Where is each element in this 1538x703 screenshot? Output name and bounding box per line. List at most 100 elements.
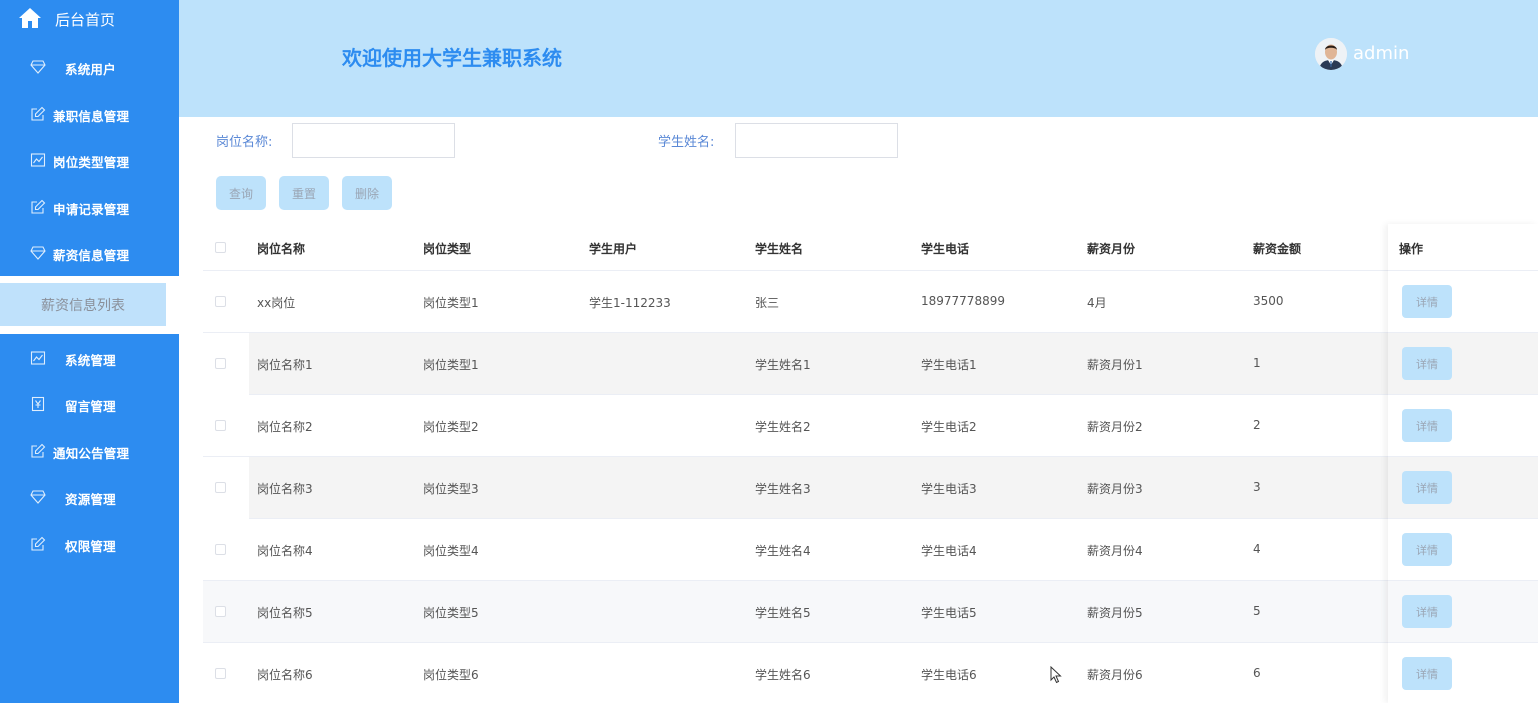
cell-salary-month: 薪资月份4 (1087, 544, 1143, 558)
detail-button[interactable]: 详情 (1402, 285, 1452, 318)
cell-salary-amount: 5 (1253, 604, 1261, 618)
row-checkbox[interactable] (215, 544, 226, 555)
chart-icon (30, 153, 46, 167)
cell-position-type: 岗位类型2 (423, 420, 479, 434)
avatar-icon (1315, 38, 1347, 70)
table-row: xx岗位 岗位类型1 学生1-112233 张三 18977778899 4月 … (203, 271, 1538, 333)
cell-student-phone: 学生电话1 (921, 358, 977, 372)
table-row: 岗位名称4 岗位类型4 学生姓名4 学生电话4 薪资月份4 4 详情 (203, 519, 1538, 581)
sidebar-submenu: 薪资信息列表 (0, 276, 179, 334)
position-name-label: 岗位名称: (216, 135, 273, 150)
table-row: 岗位名称1 岗位类型1 学生姓名1 学生电话1 薪资月份1 1 详情 (203, 333, 1538, 395)
column-header: 操作 (1399, 242, 1424, 256)
cell-salary-month: 薪资月份6 (1087, 668, 1143, 682)
salary-table: 岗位名称 岗位类型 学生用户 学生姓名 学生电话 薪资月份 薪资金额 操作 xx… (203, 224, 1538, 703)
detail-button[interactable]: 详情 (1402, 471, 1452, 504)
avatar[interactable] (1315, 38, 1347, 70)
cell-salary-month: 薪资月份5 (1087, 606, 1143, 620)
cell-student-name: 学生姓名4 (755, 544, 811, 558)
cell-student-phone: 学生电话2 (921, 420, 977, 434)
cell-salary-amount: 1 (1253, 356, 1261, 370)
cell-salary-month: 薪资月份2 (1087, 420, 1143, 434)
table-row: 岗位名称6 岗位类型6 学生姓名6 学生电话6 薪资月份6 6 详情 (203, 643, 1538, 703)
edit-icon (31, 199, 46, 214)
sidebar-item-label: 兼职信息管理 (53, 109, 130, 124)
cell-salary-month: 4月 (1087, 296, 1107, 310)
row-checkbox[interactable] (215, 358, 226, 369)
sidebar-item-notices[interactable]: 通知公告管理 (0, 431, 179, 471)
column-header: 学生姓名 (755, 242, 804, 256)
sidebar-item-label: 权限管理 (65, 539, 116, 554)
edit-icon (31, 106, 46, 121)
cell-position-name: 岗位名称3 (257, 482, 313, 496)
cell-student-user: 学生1-112233 (589, 296, 671, 310)
detail-button[interactable]: 详情 (1402, 595, 1452, 628)
cell-position-type: 岗位类型5 (423, 606, 479, 620)
table-row: 岗位名称5 岗位类型5 学生姓名5 学生电话5 薪资月份5 5 详情 (203, 581, 1538, 643)
sidebar-item-applications[interactable]: 申请记录管理 (0, 187, 179, 227)
sidebar-item-messages[interactable]: 留言管理 (0, 384, 179, 424)
cell-position-type: 岗位类型1 (423, 358, 479, 372)
cell-position-type: 岗位类型3 (423, 482, 479, 496)
student-name-label: 学生姓名: (658, 135, 715, 150)
cell-student-phone: 学生电话4 (921, 544, 977, 558)
table-header: 岗位名称 岗位类型 学生用户 学生姓名 学生电话 薪资月份 薪资金额 操作 (203, 224, 1538, 271)
header: 欢迎使用大学生兼职系统 admin (179, 0, 1538, 117)
yen-icon (31, 396, 45, 412)
column-header: 学生电话 (921, 242, 970, 256)
row-checkbox[interactable] (215, 296, 226, 307)
row-checkbox[interactable] (215, 420, 226, 431)
cell-student-phone: 学生电话3 (921, 482, 977, 496)
column-header: 岗位名称 (257, 242, 306, 256)
diamond-icon (30, 490, 46, 504)
sidebar-home-label: 后台首页 (55, 11, 116, 29)
sidebar-subitem-salary-list[interactable]: 薪资信息列表 (0, 283, 166, 326)
sidebar-item-label: 系统用户 (65, 62, 116, 77)
page-title: 欢迎使用大学生兼职系统 (342, 46, 562, 70)
detail-button[interactable]: 详情 (1402, 533, 1452, 566)
cell-salary-amount: 3 (1253, 480, 1261, 494)
mouse-cursor-icon (1050, 666, 1062, 684)
student-name-input[interactable] (735, 123, 898, 158)
detail-button[interactable]: 详情 (1402, 409, 1452, 442)
sidebar-home[interactable]: 后台首页 (0, 0, 179, 38)
cell-position-type: 岗位类型4 (423, 544, 479, 558)
edit-icon (31, 536, 46, 551)
cell-salary-month: 薪资月份1 (1087, 358, 1143, 372)
reset-button[interactable]: 重置 (279, 176, 329, 210)
cell-student-phone: 学生电话6 (921, 668, 977, 682)
username[interactable]: admin (1353, 43, 1409, 64)
cell-salary-amount: 3500 (1253, 294, 1284, 308)
row-checkbox[interactable] (215, 482, 226, 493)
cell-position-name: 岗位名称2 (257, 420, 313, 434)
sidebar-item-system-users[interactable]: 系统用户 (0, 47, 179, 87)
cell-student-name: 学生姓名2 (755, 420, 811, 434)
cell-salary-amount: 6 (1253, 666, 1261, 680)
cell-position-name: 岗位名称4 (257, 544, 313, 558)
cell-salary-amount: 4 (1253, 542, 1261, 556)
select-all-checkbox[interactable] (215, 242, 226, 253)
table-row: 岗位名称3 岗位类型3 学生姓名3 学生电话3 薪资月份3 3 详情 (203, 457, 1538, 519)
sidebar-item-permissions[interactable]: 权限管理 (0, 524, 179, 564)
column-header: 薪资月份 (1087, 242, 1136, 256)
cell-student-name: 学生姓名5 (755, 606, 811, 620)
sidebar-item-salary-info[interactable]: 薪资信息管理 (0, 233, 179, 273)
sidebar-item-system-management[interactable]: 系统管理 (0, 338, 179, 378)
chart-icon (30, 351, 46, 365)
row-checkbox[interactable] (215, 606, 226, 617)
edit-icon (31, 443, 46, 458)
cell-position-type: 岗位类型1 (423, 296, 479, 310)
sidebar-item-job-info[interactable]: 兼职信息管理 (0, 94, 179, 134)
sidebar-item-resources[interactable]: 资源管理 (0, 477, 179, 517)
detail-button[interactable]: 详情 (1402, 347, 1452, 380)
sidebar-item-label: 通知公告管理 (53, 446, 130, 461)
cell-salary-month: 薪资月份3 (1087, 482, 1143, 496)
home-icon (19, 8, 41, 28)
position-name-input[interactable] (292, 123, 455, 158)
delete-button[interactable]: 删除 (342, 176, 392, 210)
detail-button[interactable]: 详情 (1402, 657, 1452, 690)
row-checkbox[interactable] (215, 668, 226, 679)
sidebar-item-position-types[interactable]: 岗位类型管理 (0, 140, 179, 180)
cell-student-phone: 18977778899 (921, 294, 1005, 308)
query-button[interactable]: 查询 (216, 176, 266, 210)
